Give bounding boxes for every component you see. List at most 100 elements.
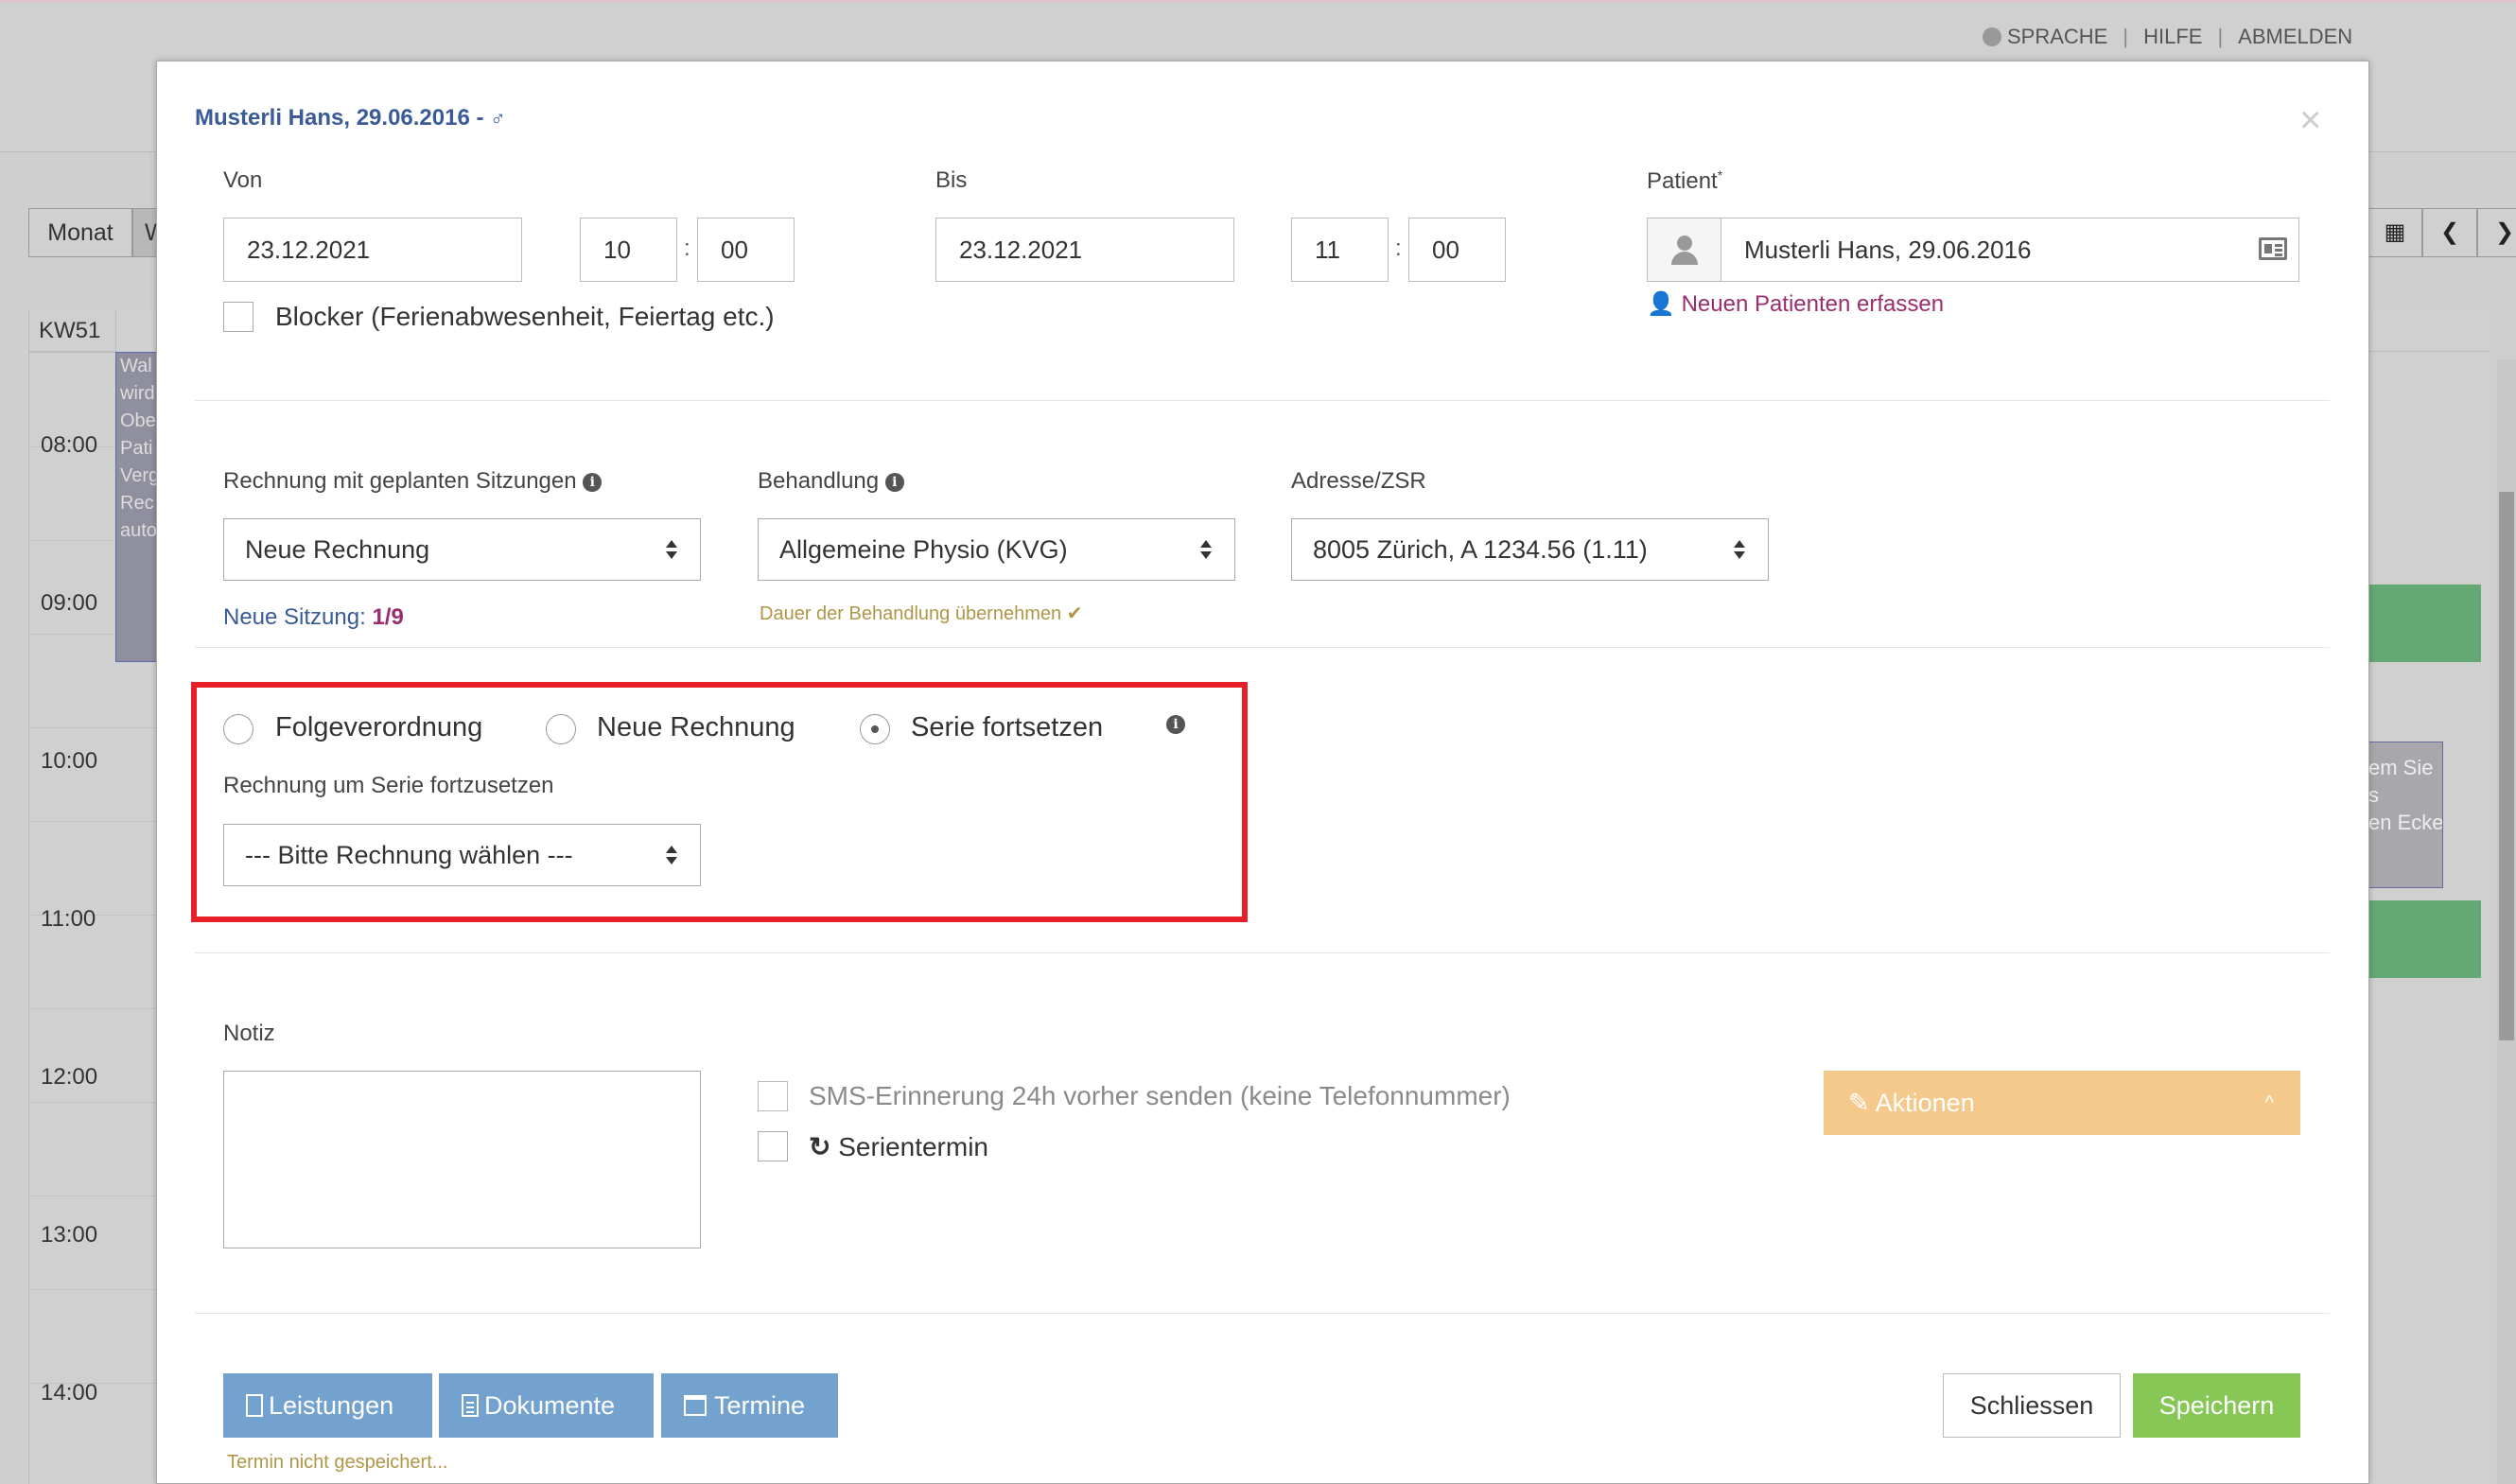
- invoice-select[interactable]: Neue Rechnung: [223, 518, 701, 581]
- radio-new-invoice[interactable]: [546, 714, 576, 744]
- hour-label: 11:00: [41, 906, 96, 932]
- treatment-label-text: Behandlung: [758, 468, 880, 494]
- to-date-input[interactable]: 23.12.2021: [935, 218, 1234, 282]
- address-select[interactable]: 8005 Zürich, A 1234.56 (1.11): [1291, 518, 1769, 581]
- patient-field[interactable]: Musterli Hans, 29.06.2016: [1647, 218, 2299, 282]
- patient-value: Musterli Hans, 29.06.2016: [1744, 236, 2032, 264]
- section-divider: [195, 952, 2330, 953]
- user-icon-body: [1671, 252, 1698, 265]
- note-label: Notiz: [223, 1021, 275, 1046]
- take-duration-text: Dauer der Behandlung übernehmen: [760, 603, 1062, 624]
- series-invoice-select[interactable]: --- Bitte Rechnung wählen ---: [223, 824, 701, 886]
- nav-language[interactable]: SPRACHE: [2007, 25, 2107, 49]
- scrollbar-thumb[interactable]: [2499, 492, 2514, 1040]
- patient-label-text: Patient: [1647, 168, 1718, 194]
- grid-line: [29, 821, 162, 822]
- week-view-button[interactable]: W: [132, 208, 157, 257]
- event-text: Wal: [120, 356, 152, 376]
- event-text: wird: [120, 383, 155, 404]
- actions-label: Aktionen: [1875, 1089, 1975, 1117]
- week-number: KW51: [29, 310, 116, 352]
- section-divider: [195, 400, 2330, 401]
- series-appointment-checkbox[interactable]: [758, 1131, 788, 1161]
- sort-arrows-icon: [1734, 540, 1745, 561]
- event-text: Pati: [120, 438, 153, 459]
- appointments-button[interactable]: Termine: [661, 1373, 838, 1438]
- from-hour-input[interactable]: 10: [580, 218, 677, 282]
- calendar-event[interactable]: [2367, 900, 2481, 978]
- services-button-label: Leistungen: [269, 1391, 394, 1420]
- series-appointment-label: ↻ Serientermin: [809, 1131, 988, 1162]
- treatment-select[interactable]: Allgemeine Physio (KVG): [758, 518, 1235, 581]
- time-separator: :: [1395, 236, 1402, 261]
- dialog-title: Musterli Hans, 29.06.2016 - ♂: [195, 105, 506, 131]
- check-icon: ✔: [1066, 603, 1083, 624]
- series-invoice-label: Rechnung um Serie fortzusetzen: [223, 773, 554, 798]
- event-text: em Sie: [2368, 756, 2434, 779]
- nav-logout[interactable]: ABMELDEN: [2238, 25, 2352, 49]
- grid-line: [29, 1008, 162, 1009]
- nav-separator: |: [2217, 25, 2224, 48]
- calendar-event[interactable]: Wal wird Obe Pati Verg Rec auto: [115, 352, 161, 662]
- close-icon[interactable]: ×: [2299, 101, 2321, 139]
- nav-help[interactable]: HILFE: [2143, 25, 2202, 49]
- info-icon[interactable]: i: [884, 473, 904, 492]
- new-session-count: 1/9: [372, 604, 404, 630]
- grid-line: [29, 1289, 162, 1290]
- sms-reminder-checkbox[interactable]: [758, 1081, 788, 1111]
- to-label: Bis: [935, 167, 968, 193]
- section-divider: [195, 1313, 2330, 1314]
- male-icon: ♂: [490, 106, 506, 130]
- calendar-icon[interactable]: ▦: [2367, 208, 2422, 257]
- close-button[interactable]: Schliessen: [1943, 1373, 2121, 1438]
- sort-arrows-icon: [666, 846, 677, 866]
- calendar-event[interactable]: em Sie s en Ecke: [2367, 742, 2443, 888]
- hour-label: 08:00: [41, 432, 98, 458]
- hour-label: 14:00: [41, 1380, 98, 1405]
- chevron-left-icon[interactable]: ❮: [2422, 208, 2477, 257]
- chevron-right-icon[interactable]: ❯: [2477, 208, 2516, 257]
- actions-dropdown[interactable]: ✎ Aktionen ^: [1824, 1071, 2300, 1135]
- documents-button[interactable]: Dokumente: [439, 1373, 654, 1438]
- from-minute-input[interactable]: 00: [697, 218, 795, 282]
- radio-continue-series[interactable]: [860, 714, 890, 744]
- new-session-info: Neue Sitzung: 1/9: [223, 604, 404, 631]
- blocker-checkbox[interactable]: [223, 302, 253, 332]
- section-divider: [195, 647, 2330, 648]
- nav-separator: |: [2123, 25, 2129, 48]
- grid-line: [29, 1102, 162, 1103]
- from-date-input[interactable]: 23.12.2021: [223, 218, 522, 282]
- new-session-label: Neue Sitzung:: [223, 604, 366, 630]
- new-patient-link[interactable]: 👤 Neuen Patienten erfassen: [1647, 290, 1944, 318]
- series-appointment-text: Serientermin: [838, 1132, 988, 1161]
- required-marker: *: [1717, 167, 1723, 183]
- file-text-icon: [462, 1394, 479, 1417]
- patient-label: Patient*: [1647, 167, 1722, 195]
- info-icon[interactable]: i: [1166, 715, 1185, 734]
- save-button[interactable]: Speichern: [2133, 1373, 2300, 1438]
- hour-label: 10:00: [41, 748, 98, 774]
- event-text: Verg: [120, 465, 160, 486]
- time-separator: :: [684, 236, 690, 261]
- event-text: Obe: [120, 410, 156, 431]
- sort-arrows-icon: [1200, 540, 1212, 561]
- services-button[interactable]: Leistungen: [223, 1373, 432, 1438]
- take-duration-link[interactable]: Dauer der Behandlung übernehmen ✔: [760, 602, 1082, 625]
- edit-icon: ✎: [1848, 1089, 1870, 1117]
- invoice-label: Rechnung mit geplanten Sitzungen i: [223, 468, 603, 495]
- user-icon-head: [1677, 236, 1692, 251]
- event-text: en Ecke: [2368, 811, 2443, 834]
- calendar-check-icon: [684, 1395, 707, 1416]
- address-card-icon[interactable]: [2259, 237, 2287, 260]
- info-icon[interactable]: i: [583, 473, 603, 492]
- dialog-title-text: Musterli Hans, 29.06.2016 -: [195, 105, 484, 131]
- note-textarea[interactable]: [223, 1071, 701, 1248]
- treatment-select-value: Allgemeine Physio (KVG): [779, 535, 1068, 564]
- radio-follow-up[interactable]: [223, 714, 253, 744]
- month-view-button[interactable]: Monat: [28, 208, 132, 257]
- to-hour-input[interactable]: 11: [1291, 218, 1389, 282]
- to-minute-input[interactable]: 00: [1408, 218, 1506, 282]
- calendar-event[interactable]: [2367, 585, 2481, 662]
- radio-follow-up-label: Folgeverordnung: [275, 712, 483, 742]
- top-navigation: SPRACHE | HILFE | ABMELDEN: [1983, 25, 2352, 49]
